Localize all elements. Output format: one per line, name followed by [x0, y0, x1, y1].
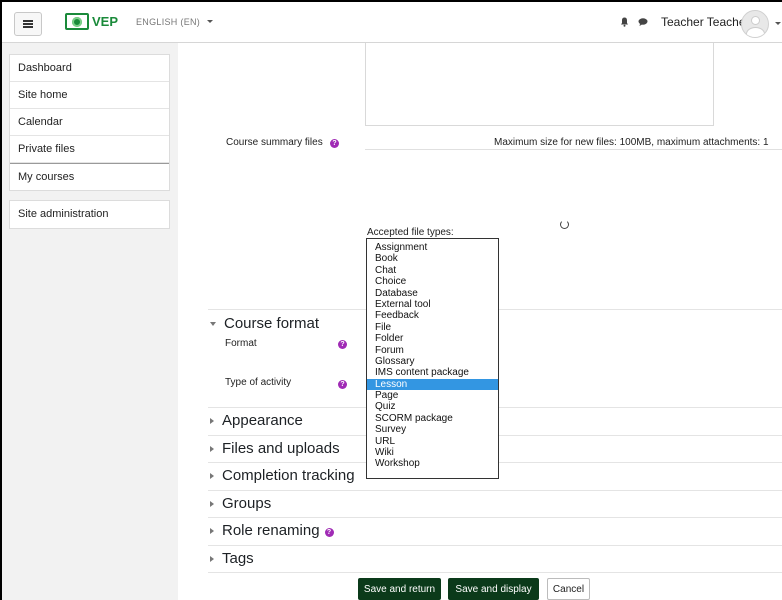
chevron-down-icon — [206, 20, 213, 23]
section-appearance[interactable]: Appearance — [210, 412, 303, 429]
option-quiz[interactable]: Quiz — [367, 401, 498, 412]
expand-icon — [210, 472, 214, 479]
expand-icon — [210, 321, 216, 326]
accepted-file-types-label: Accepted file types: — [367, 227, 454, 238]
option-lesson[interactable]: Lesson — [367, 378, 498, 391]
option-book[interactable]: Book — [367, 253, 498, 264]
option-choice[interactable]: Choice — [367, 276, 498, 287]
save-and-display-button[interactable]: Save and display — [448, 578, 539, 600]
bell-icon[interactable] — [620, 17, 629, 27]
section-completion-tracking[interactable]: Completion tracking — [210, 467, 355, 484]
course-summary-editor[interactable] — [365, 43, 714, 126]
option-file[interactable]: File — [367, 322, 498, 333]
nav-group-main: Dashboard Site home Calendar Private fil… — [9, 54, 170, 191]
brand-name[interactable]: VEP — [92, 14, 118, 29]
divider — [208, 572, 782, 573]
section-title-label: Files and uploads — [222, 440, 340, 457]
chat-icon[interactable] — [638, 18, 648, 26]
expand-icon — [210, 527, 214, 534]
option-feedback[interactable]: Feedback — [367, 310, 498, 321]
help-icon[interactable]: ? — [324, 528, 334, 537]
section-role-renaming[interactable]: Role renaming ? — [210, 522, 334, 539]
option-url[interactable]: URL — [367, 436, 498, 447]
user-name[interactable]: Teacher Teacher — [661, 15, 750, 29]
nav-group-admin: Site administration — [9, 200, 170, 229]
max-size-info: Maximum size for new files: 100MB, maxim… — [494, 137, 769, 148]
nav-item-site-administration[interactable]: Site administration — [10, 201, 169, 228]
expand-icon — [210, 500, 214, 507]
section-title-label: Role renaming — [222, 522, 320, 539]
hamburger-icon — [23, 20, 33, 28]
divider — [208, 490, 782, 491]
expand-icon — [210, 417, 214, 424]
option-scorm-package[interactable]: SCORM package — [367, 413, 498, 424]
course-summary-files-label: Course summary files — [226, 137, 323, 148]
menu-toggle-button[interactable] — [14, 12, 42, 36]
option-wiki[interactable]: Wiki — [367, 447, 498, 458]
language-label: ENGLISH (EN) — [136, 17, 201, 27]
loading-spinner-icon — [560, 220, 569, 229]
save-and-return-button[interactable]: Save and return — [358, 578, 441, 600]
file-picker-divider — [365, 149, 782, 150]
divider — [208, 517, 782, 518]
option-assignment[interactable]: Assignment — [367, 242, 498, 253]
nav-item-my-courses[interactable]: My courses — [10, 163, 169, 190]
help-icon[interactable]: ? — [338, 380, 347, 389]
option-external-tool[interactable]: External tool — [367, 299, 498, 310]
nav-item-site-home[interactable]: Site home — [10, 82, 169, 109]
section-title-label: Completion tracking — [222, 467, 355, 484]
option-ims-content-package[interactable]: IMS content package — [367, 367, 498, 378]
nav-item-private-files[interactable]: Private files — [10, 136, 169, 163]
section-course-format[interactable]: Course format — [210, 315, 319, 332]
nav-item-calendar[interactable]: Calendar — [10, 109, 169, 136]
option-workshop[interactable]: Workshop — [367, 458, 498, 469]
section-title-label: Appearance — [222, 412, 303, 429]
user-menu-chevron-icon[interactable] — [775, 22, 781, 25]
section-files-and-uploads[interactable]: Files and uploads — [210, 440, 340, 457]
cancel-button[interactable]: Cancel — [547, 578, 590, 600]
nav-drawer: Dashboard Site home Calendar Private fil… — [2, 43, 178, 600]
language-menu[interactable]: ENGLISH (EN) — [136, 17, 213, 27]
option-page[interactable]: Page — [367, 390, 498, 401]
top-navbar: VEP ENGLISH (EN) Teacher Teacher — [2, 2, 782, 43]
help-icon[interactable]: ? — [330, 139, 339, 148]
option-folder[interactable]: Folder — [367, 333, 498, 344]
nav-item-dashboard[interactable]: Dashboard — [10, 55, 169, 82]
option-glossary[interactable]: Glossary — [367, 356, 498, 367]
format-label: Format — [225, 338, 257, 349]
activity-type-dropdown[interactable]: Assignment Book Chat Choice Database Ext… — [366, 238, 499, 479]
divider — [208, 545, 782, 546]
type-of-activity-label: Type of activity — [225, 377, 292, 388]
option-forum[interactable]: Forum — [367, 345, 498, 356]
expand-icon — [210, 555, 214, 562]
option-survey[interactable]: Survey — [367, 424, 498, 435]
section-tags[interactable]: Tags — [210, 550, 254, 567]
section-title-label: Groups — [222, 495, 272, 512]
option-chat[interactable]: Chat — [367, 265, 498, 276]
section-title-label: Course format — [224, 315, 320, 332]
help-icon[interactable]: ? — [338, 340, 347, 349]
section-groups[interactable]: Groups — [210, 495, 271, 512]
brand-logo-icon[interactable] — [65, 13, 89, 30]
avatar[interactable] — [741, 10, 769, 38]
section-title-label: Tags — [222, 550, 254, 567]
option-database[interactable]: Database — [367, 288, 498, 299]
expand-icon — [210, 445, 214, 452]
